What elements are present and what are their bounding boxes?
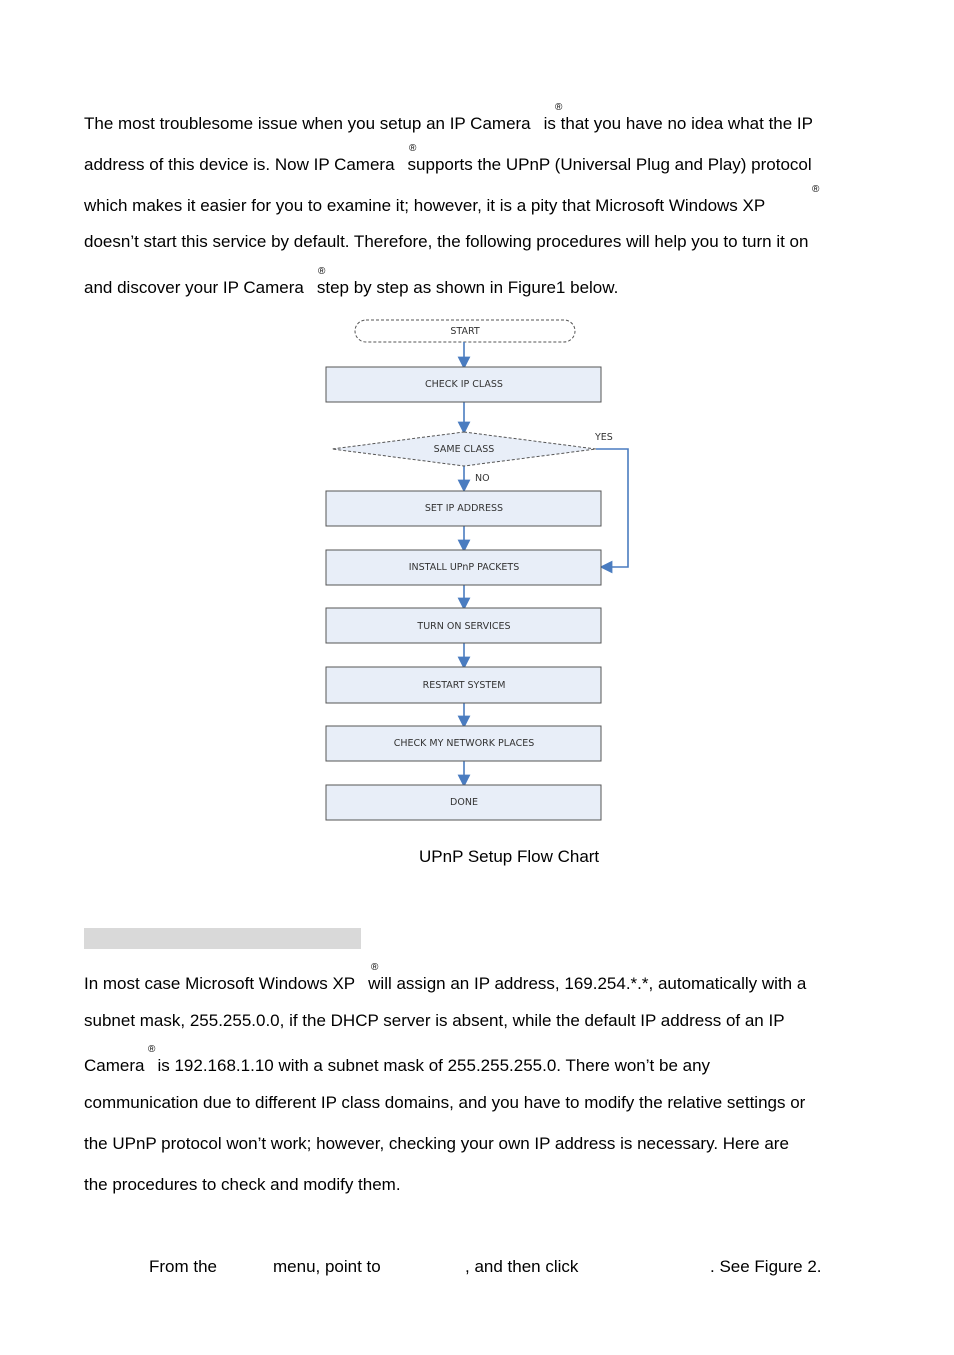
section-text: In most case Microsoft Windows XP bbox=[84, 974, 356, 993]
section-line-5: the UPnP protocol won’t work; however, c… bbox=[84, 1134, 789, 1153]
section-text: will assign an IP address, 169.254.*.*, … bbox=[368, 974, 807, 993]
intro-line-1: The most troublesome issue when you setu… bbox=[84, 114, 813, 134]
intro-text: The most troublesome issue when you setu… bbox=[84, 114, 531, 133]
flow-no-label: NO bbox=[475, 473, 490, 484]
flow-start-label: START bbox=[450, 326, 480, 337]
registered-mark: ® bbox=[318, 266, 326, 277]
step-text: , and then click bbox=[465, 1257, 579, 1276]
registered-mark: ® bbox=[409, 143, 417, 154]
flow-label: TURN ON SERVICES bbox=[416, 621, 510, 632]
intro-text: and discover your IP Camera bbox=[84, 278, 304, 297]
flow-yes-label: YES bbox=[594, 432, 613, 443]
upnp-setup-flowchart: START CHECK IP CLASS SAME CLASS SET IP A… bbox=[325, 319, 629, 821]
intro-text: address of this device is. Now IP Camera bbox=[84, 155, 395, 174]
step-text: From the bbox=[149, 1257, 218, 1276]
section-line-2: subnet mask, 255.255.0.0, if the DHCP se… bbox=[84, 1011, 785, 1030]
intro-text: supports the UPnP (Universal Plug and Pl… bbox=[407, 155, 812, 174]
flow-label: INSTALL UPnP PACKETS bbox=[409, 562, 520, 573]
step-text: . See Figure 2. bbox=[710, 1257, 822, 1276]
registered-mark: ® bbox=[555, 102, 563, 113]
intro-line-4: doesn’t start this service by default. T… bbox=[84, 232, 809, 251]
section-heading-bar bbox=[84, 928, 361, 949]
intro-line-2: address of this device is. Now IP Camera… bbox=[84, 155, 812, 175]
flow-label: SAME CLASS bbox=[434, 444, 495, 455]
section-text: is 192.168.1.10 with a subnet mask of 25… bbox=[157, 1056, 711, 1075]
flow-label: SET IP ADDRESS bbox=[425, 503, 503, 514]
intro-text: step by step as shown in Figure1 below. bbox=[316, 278, 619, 297]
section-line-1: In most case Microsoft Windows XP will as… bbox=[84, 974, 806, 994]
flow-label: DONE bbox=[450, 797, 478, 808]
intro-line-5: and discover your IP Camera step by step … bbox=[84, 278, 618, 298]
section-line-4: communication due to different IP class … bbox=[84, 1093, 806, 1112]
registered-mark: ® bbox=[812, 184, 820, 195]
step-text: menu, point to bbox=[273, 1257, 381, 1276]
section-line-3: Camera is 192.168.1.10 with a subnet mask… bbox=[84, 1056, 710, 1076]
section-text: Camera bbox=[84, 1056, 145, 1075]
registered-mark: ® bbox=[371, 962, 379, 973]
registered-mark: ® bbox=[148, 1044, 156, 1055]
flow-label: RESTART SYSTEM bbox=[423, 680, 506, 691]
flow-label: CHECK MY NETWORK PLACES bbox=[394, 738, 535, 749]
flow-label: CHECK IP CLASS bbox=[425, 379, 503, 390]
figure-caption: UPnP Setup Flow Chart bbox=[419, 847, 600, 866]
intro-line-3: which makes it easier for you to examine… bbox=[84, 196, 766, 215]
intro-text: is that you have no idea what the IP bbox=[543, 114, 813, 133]
section-line-6: the procedures to check and modify them. bbox=[84, 1175, 401, 1194]
